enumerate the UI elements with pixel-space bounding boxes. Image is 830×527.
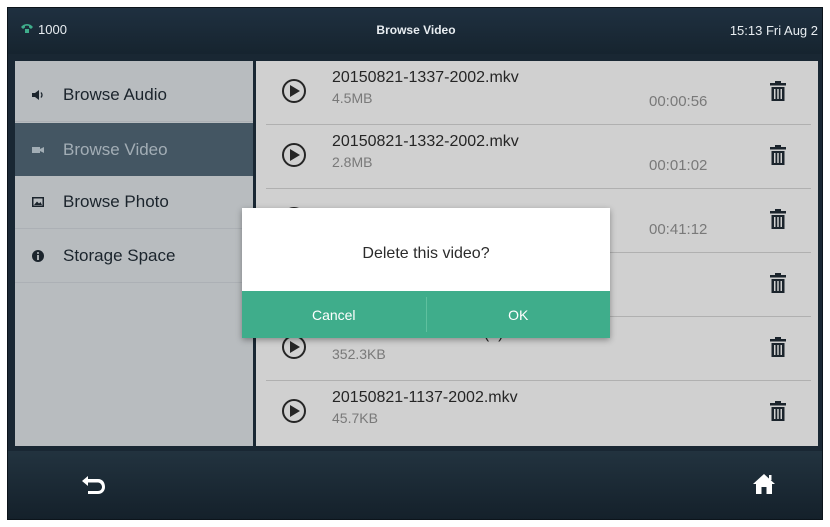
- screen-title: Browse Video: [376, 23, 456, 37]
- status-bar: 1000 Browse Video 15:13 Fri Aug 2: [8, 8, 822, 54]
- ok-button[interactable]: OK: [427, 291, 611, 338]
- clock: 15:13 Fri Aug 2: [729, 23, 818, 38]
- dialog-button-bar: Cancel OK: [242, 291, 610, 338]
- back-icon[interactable]: [80, 475, 106, 497]
- dialog-message: Delete this video?: [362, 245, 490, 262]
- cancel-button[interactable]: Cancel: [242, 291, 426, 338]
- delete-confirm-dialog: Delete this video? Cancel OK: [242, 208, 610, 338]
- home-icon[interactable]: [752, 473, 776, 495]
- bottom-nav-bar: [8, 451, 822, 519]
- phone-screen: 1000 Browse Video 15:13 Fri Aug 2 Browse…: [7, 7, 823, 520]
